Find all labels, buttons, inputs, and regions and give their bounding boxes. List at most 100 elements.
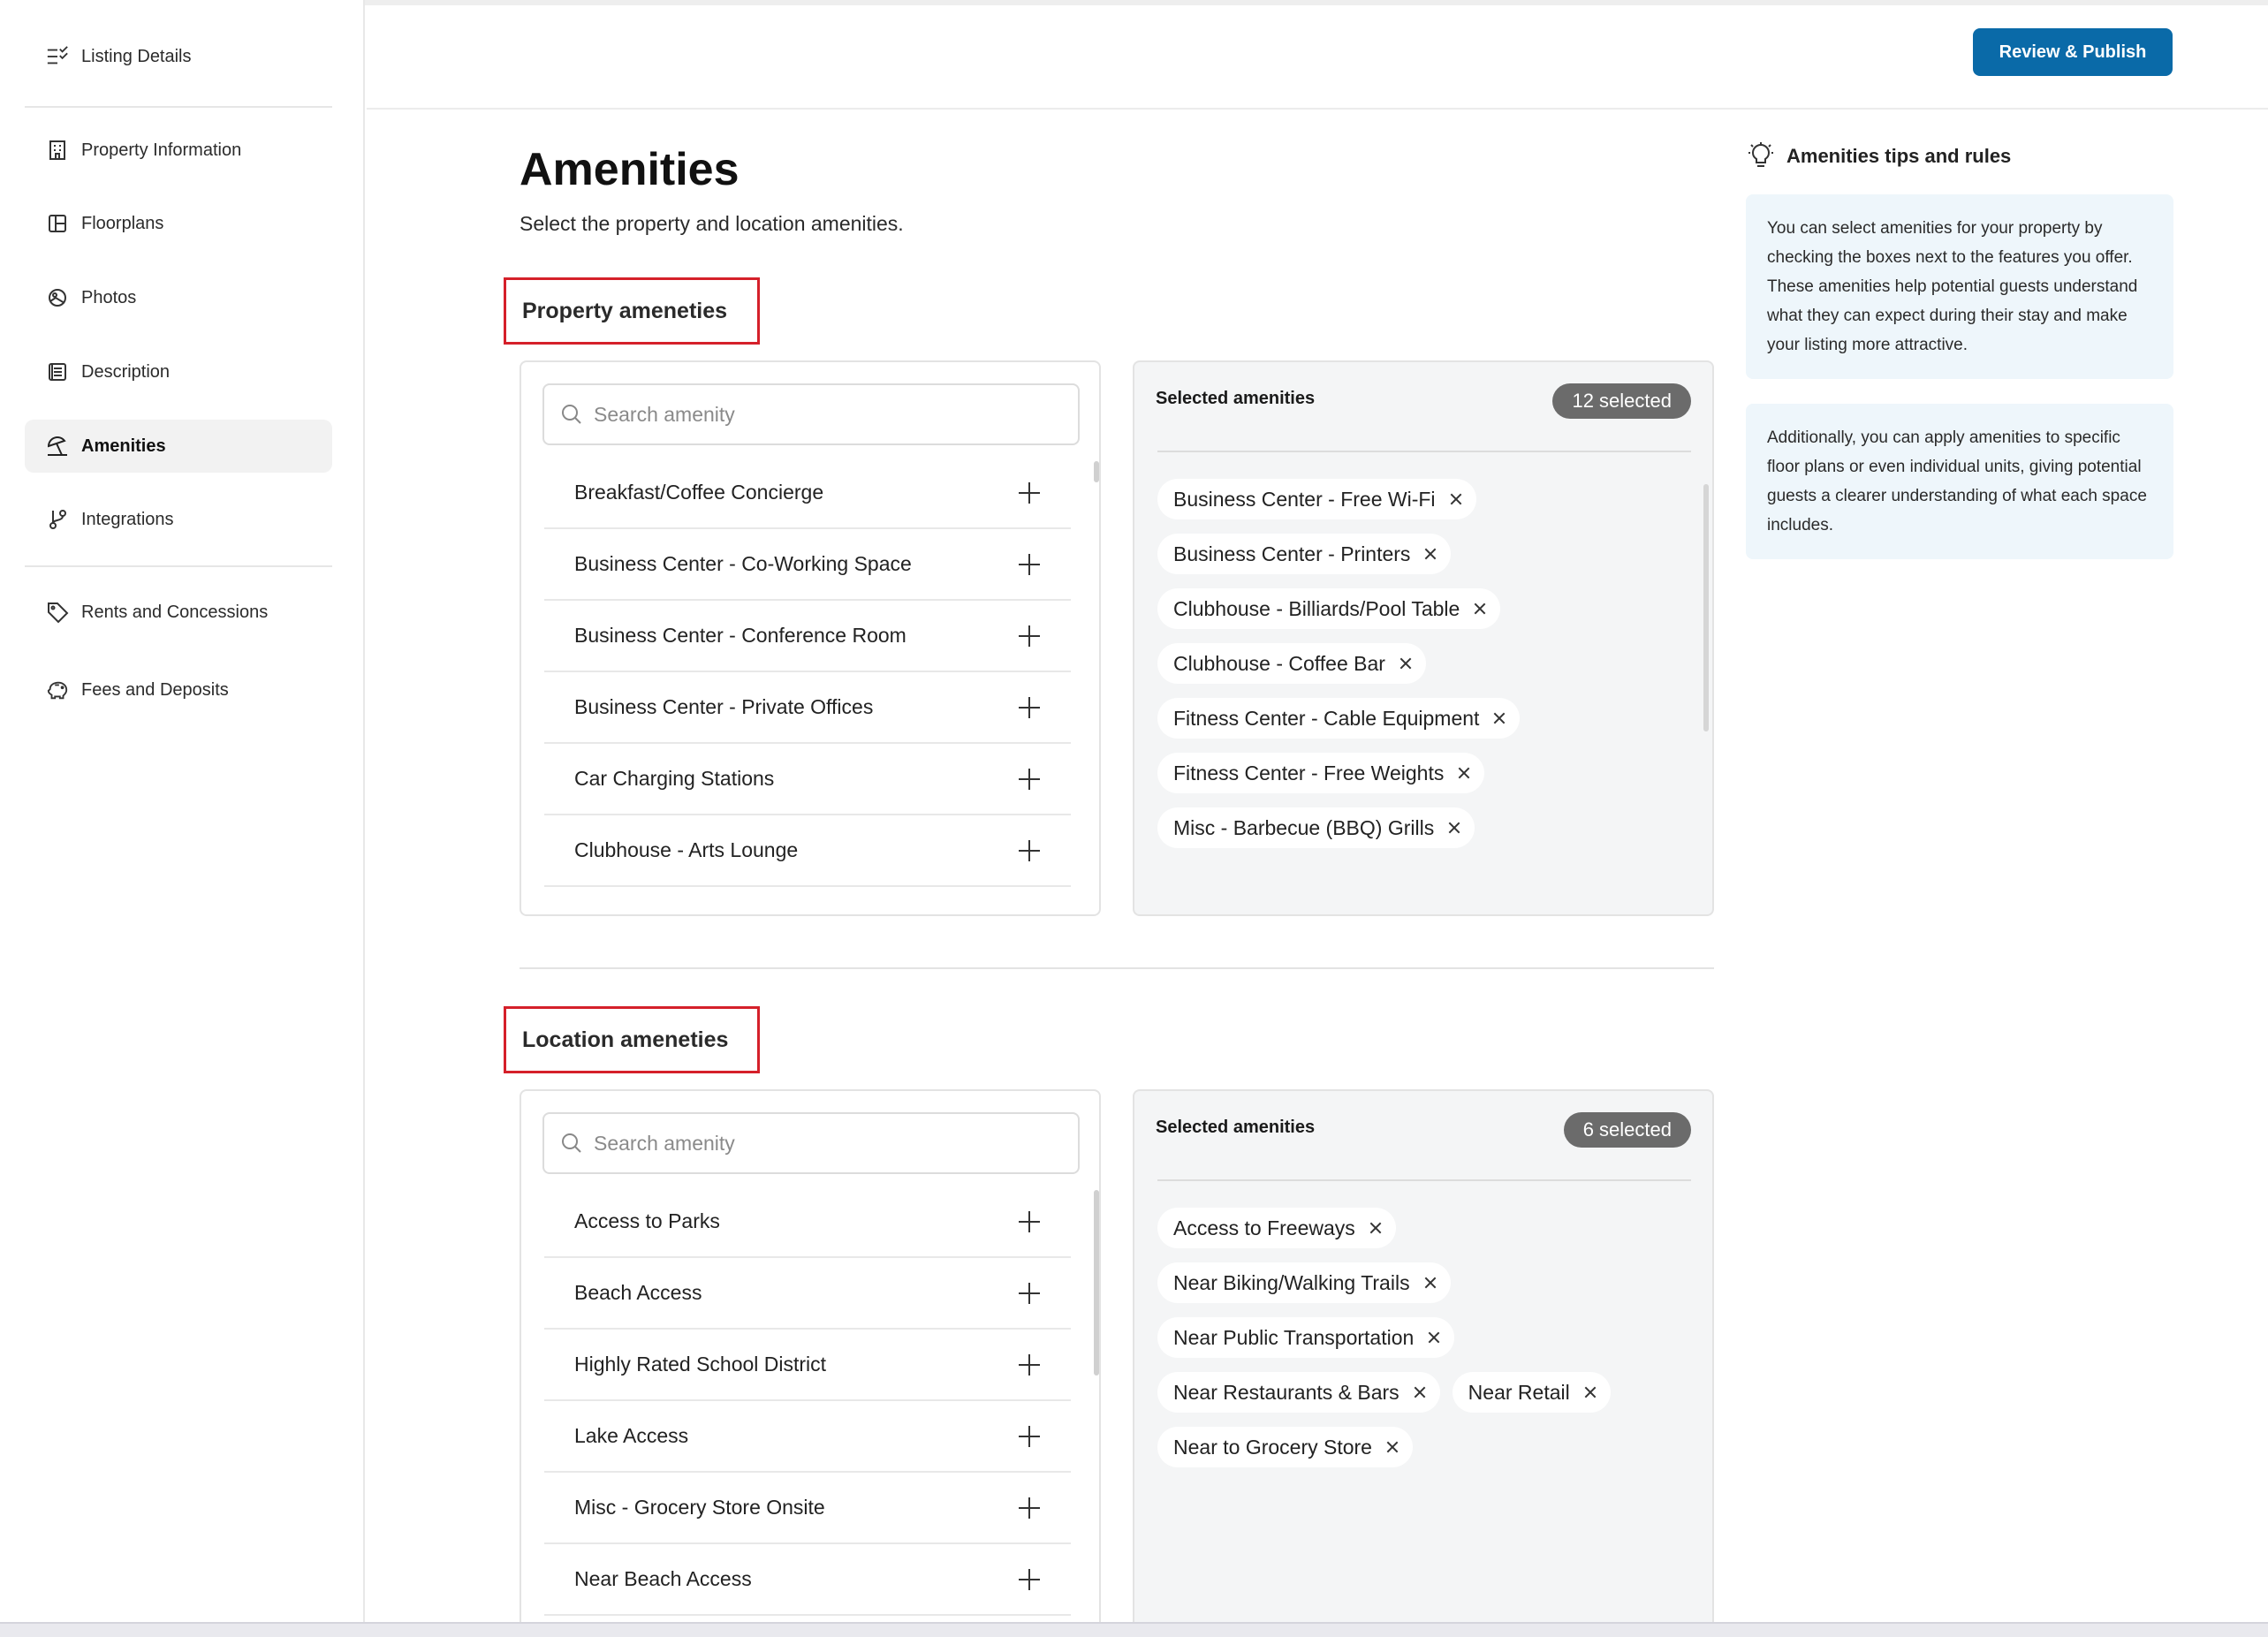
amenity-row[interactable]: Lake Access [544, 1401, 1071, 1473]
page-title: Amenities [520, 144, 740, 195]
property-amenity-list: Breakfast/Coffee Concierge Business Cent… [544, 458, 1071, 887]
add-icon[interactable] [1018, 839, 1041, 862]
selected-chip: Fitness Center - Free Weights [1157, 753, 1485, 793]
selected-chip-list: Business Center - Free Wi-Fi Business Ce… [1157, 479, 1688, 848]
sidebar-item-integrations[interactable]: Integrations [25, 493, 332, 546]
add-icon[interactable] [1018, 1210, 1041, 1233]
amenity-label: Misc - Grocery Store Onsite [574, 1496, 825, 1519]
chip-label: Business Center - Free Wi-Fi [1173, 487, 1436, 511]
remove-icon[interactable] [1446, 820, 1462, 836]
scrollbar[interactable] [1703, 484, 1709, 731]
selected-chip: Misc - Barbecue (BBQ) Grills [1157, 807, 1475, 848]
remove-icon[interactable] [1426, 1330, 1442, 1345]
sidebar-item-label: Listing Details [81, 46, 192, 66]
add-icon[interactable] [1018, 696, 1041, 719]
sidebar-item-photos[interactable]: Photos [25, 271, 332, 324]
amenity-row[interactable]: Clubhouse - Arts Lounge [544, 815, 1071, 887]
selected-chip: Clubhouse - Coffee Bar [1157, 643, 1426, 684]
selected-chip: Near Biking/Walking Trails [1157, 1262, 1451, 1303]
add-icon[interactable] [1018, 481, 1041, 504]
chip-label: Business Center - Printers [1173, 542, 1411, 565]
location-selected-panel: Selected amenities 6 selected Access to … [1133, 1089, 1714, 1622]
location-search-box[interactable] [542, 1112, 1080, 1174]
tip-box: Additionally, you can apply amenities to… [1746, 404, 2173, 559]
remove-icon[interactable] [1456, 765, 1472, 781]
amenity-row[interactable]: Breakfast/Coffee Concierge [544, 458, 1071, 529]
remove-icon[interactable] [1448, 491, 1464, 507]
sidebar-item-rents-and-concessions[interactable]: Rents and Concessions [25, 586, 332, 639]
search-icon [562, 405, 581, 424]
selected-chip: Access to Freeways [1157, 1208, 1396, 1248]
scrollbar[interactable] [1094, 1190, 1099, 1376]
property-amenity-picker: Breakfast/Coffee Concierge Business Cent… [520, 360, 1101, 916]
selected-chip: Near Public Transportation [1157, 1317, 1455, 1358]
remove-icon[interactable] [1472, 601, 1488, 617]
remove-icon[interactable] [1384, 1439, 1400, 1455]
property-amenities-heading: Property ameneties [504, 277, 760, 345]
remove-icon[interactable] [1491, 710, 1507, 726]
lightbulb-icon [1748, 142, 1773, 167]
add-icon[interactable] [1018, 1568, 1041, 1591]
remove-icon[interactable] [1368, 1220, 1384, 1236]
sidebar-item-label: Amenities [81, 436, 166, 456]
document-icon [46, 360, 69, 383]
property-search-box[interactable] [542, 383, 1080, 445]
chip-label: Clubhouse - Billiards/Pool Table [1173, 596, 1460, 620]
checklist-icon [46, 45, 69, 68]
chip-label: Misc - Barbecue (BBQ) Grills [1173, 815, 1435, 839]
sidebar: Listing Details Property Information Flo… [0, 0, 365, 1622]
amenity-row[interactable]: Near Beach Access [544, 1544, 1071, 1616]
chip-label: Fitness Center - Free Weights [1173, 761, 1445, 784]
selected-chip: Near to Grocery Store [1157, 1427, 1413, 1467]
amenity-row[interactable]: Business Center - Private Offices [544, 672, 1071, 744]
remove-icon[interactable] [1582, 1384, 1598, 1400]
amenity-label: Business Center - Private Offices [574, 695, 874, 718]
amenity-row[interactable]: Highly Rated School District [544, 1330, 1071, 1401]
amenity-label: Lake Access [574, 1424, 689, 1447]
property-search-input[interactable] [594, 402, 1053, 427]
sidebar-item-property-information[interactable]: Property Information [25, 124, 332, 177]
add-icon[interactable] [1018, 1282, 1041, 1305]
selected-amenities-title: Selected amenities [1156, 389, 1316, 408]
scrollbar[interactable] [1094, 461, 1099, 482]
location-amenity-list: Access to Parks Beach Access Highly Rate… [544, 1186, 1071, 1616]
sidebar-item-listing-details[interactable]: Listing Details [25, 30, 332, 83]
selected-chip: Near Retail [1452, 1372, 1611, 1413]
remove-icon[interactable] [1422, 1275, 1438, 1291]
piggy-bank-icon [46, 678, 69, 701]
sidebar-item-amenities[interactable]: Amenities [25, 420, 332, 473]
remove-icon[interactable] [1398, 656, 1414, 671]
add-icon[interactable] [1018, 553, 1041, 576]
chip-label: Fitness Center - Cable Equipment [1173, 706, 1480, 730]
amenity-row[interactable]: Business Center - Co-Working Space [544, 529, 1071, 601]
sidebar-item-description[interactable]: Description [25, 345, 332, 398]
selected-count-badge: 12 selected [1552, 383, 1691, 419]
sidebar-item-floorplans[interactable]: Floorplans [25, 197, 332, 250]
amenity-row[interactable]: Car Charging Stations [544, 744, 1071, 815]
add-icon[interactable] [1018, 1353, 1041, 1376]
floorplan-icon [46, 212, 69, 235]
add-icon[interactable] [1018, 1425, 1041, 1448]
remove-icon[interactable] [1422, 546, 1438, 562]
location-amenity-picker: Access to Parks Beach Access Highly Rate… [520, 1089, 1101, 1622]
beach-umbrella-icon [46, 435, 69, 458]
remove-icon[interactable] [1412, 1384, 1428, 1400]
add-icon[interactable] [1018, 1497, 1041, 1520]
tips-heading: Amenities tips and rules [1746, 141, 2011, 171]
property-selected-panel: Selected amenities 12 selected Business … [1133, 360, 1714, 916]
amenity-row[interactable]: Business Center - Conference Room [544, 601, 1071, 672]
sidebar-item-fees-and-deposits[interactable]: Fees and Deposits [25, 663, 332, 716]
location-search-input[interactable] [594, 1131, 1053, 1156]
amenity-label: Clubhouse - Arts Lounge [574, 838, 799, 861]
add-icon[interactable] [1018, 768, 1041, 791]
review-publish-button[interactable]: Review & Publish [1973, 28, 2173, 76]
section-divider [520, 967, 1714, 969]
amenity-row[interactable]: Beach Access [544, 1258, 1071, 1330]
bottom-scrollbar[interactable] [0, 1622, 2268, 1637]
amenity-row[interactable]: Access to Parks [544, 1186, 1071, 1258]
add-icon[interactable] [1018, 625, 1041, 648]
amenity-row[interactable]: Misc - Grocery Store Onsite [544, 1473, 1071, 1544]
selected-chip-list: Access to Freeways Near Biking/Walking T… [1157, 1208, 1688, 1467]
sidebar-item-label: Integrations [81, 509, 174, 529]
selected-amenities-title: Selected amenities [1156, 1118, 1316, 1137]
